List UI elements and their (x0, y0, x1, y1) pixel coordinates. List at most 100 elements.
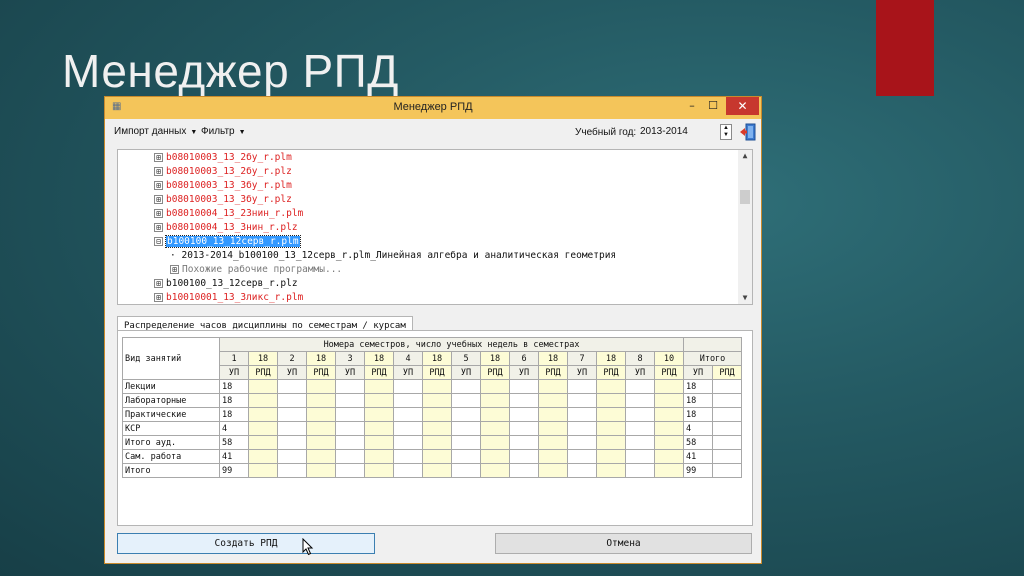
cell-rpd[interactable] (306, 435, 336, 450)
year-spinner[interactable]: ▲ ▼ (720, 124, 732, 140)
cell-up[interactable]: 18 (219, 393, 249, 408)
cell-rpd[interactable] (480, 449, 510, 464)
cell-up[interactable] (451, 463, 481, 478)
tree-item[interactable]: ⊞ b08010003_13_3бу_r.plm (154, 179, 292, 193)
cell-up[interactable] (625, 463, 655, 478)
cell-up[interactable] (393, 449, 423, 464)
cell-rpd[interactable] (480, 379, 510, 394)
cell-rpd[interactable] (248, 435, 278, 450)
cell-rpd[interactable] (306, 421, 336, 436)
cell-rpd[interactable] (538, 449, 568, 464)
cell-rpd[interactable] (422, 379, 452, 394)
cell-rpd[interactable] (422, 463, 452, 478)
cell-up[interactable] (277, 449, 307, 464)
cell-rpd[interactable] (248, 407, 278, 422)
cell-rpd[interactable] (596, 449, 626, 464)
cell-rpd[interactable] (538, 435, 568, 450)
cell-rpd[interactable] (654, 463, 684, 478)
cell-up[interactable] (509, 421, 539, 436)
cell-rpd[interactable] (306, 463, 336, 478)
tree-item[interactable]: ⊞ b100100_13_12серв_r.plz (154, 277, 298, 291)
close-button[interactable]: ✕ (726, 97, 759, 115)
title-bar[interactable]: ▦ Менеджер РПД – ☐ ✕ (105, 97, 761, 119)
minimize-button[interactable]: – (683, 99, 701, 115)
cell-up[interactable] (625, 393, 655, 408)
expand-icon[interactable]: ⊞ (154, 181, 163, 190)
cell-up[interactable] (451, 379, 481, 394)
cell-rpd[interactable] (306, 407, 336, 422)
cell-up[interactable] (451, 421, 481, 436)
spinner-down-icon[interactable]: ▼ (723, 132, 729, 138)
cell-up[interactable] (451, 393, 481, 408)
cell-up[interactable] (393, 393, 423, 408)
tree-item[interactable]: ⊞ b08010003_13_2бу_r.plm (154, 151, 292, 165)
cell-rpd[interactable] (364, 379, 394, 394)
cell-rpd[interactable] (364, 393, 394, 408)
cell-rpd[interactable] (480, 393, 510, 408)
cell-rpd[interactable] (364, 435, 394, 450)
scroll-down-icon[interactable]: ▼ (738, 292, 752, 304)
cell-up[interactable] (625, 449, 655, 464)
cell-up[interactable] (277, 379, 307, 394)
cell-rpd[interactable] (248, 379, 278, 394)
expand-icon[interactable]: ⊞ (154, 153, 163, 162)
cell-up[interactable] (277, 463, 307, 478)
tree-scrollbar[interactable]: ▲ ▼ (738, 150, 752, 304)
cell-rpd[interactable] (364, 407, 394, 422)
cell-rpd[interactable] (596, 463, 626, 478)
cell-rpd[interactable] (480, 463, 510, 478)
cell-rpd[interactable] (538, 421, 568, 436)
cell-up[interactable] (335, 421, 365, 436)
scroll-up-icon[interactable]: ▲ (738, 150, 752, 162)
cell-up[interactable] (335, 407, 365, 422)
tree-item[interactable]: ⊞ b08010004_13_23нин_r.plm (154, 207, 303, 221)
collapse-icon[interactable]: ⊟ (154, 237, 163, 246)
cell-up[interactable]: 18 (219, 407, 249, 422)
cell-up[interactable]: 99 (219, 463, 249, 478)
cell-up[interactable] (567, 463, 597, 478)
cell-rpd[interactable] (538, 463, 568, 478)
cell-rpd[interactable] (596, 407, 626, 422)
expand-icon[interactable]: ⊞ (154, 293, 163, 302)
cell-up[interactable] (277, 435, 307, 450)
expand-icon[interactable]: ⊞ (154, 209, 163, 218)
cell-rpd[interactable] (654, 407, 684, 422)
cell-up[interactable] (451, 449, 481, 464)
tree-item[interactable]: ⊞ b08010003_13_2бу_r.plz (154, 165, 292, 179)
cell-up[interactable] (393, 463, 423, 478)
cell-up[interactable] (277, 407, 307, 422)
cell-rpd[interactable] (248, 393, 278, 408)
cell-rpd[interactable] (654, 449, 684, 464)
cell-up[interactable] (335, 463, 365, 478)
create-rpd-button[interactable]: Создать РПД (117, 533, 375, 554)
expand-icon[interactable]: ⊞ (154, 223, 163, 232)
cell-rpd[interactable] (364, 449, 394, 464)
cell-up[interactable] (625, 407, 655, 422)
cell-rpd[interactable] (654, 393, 684, 408)
filter-menu[interactable]: Фильтр ▼ (201, 126, 246, 137)
cell-up[interactable] (509, 407, 539, 422)
import-menu[interactable]: Импорт данных ▼ (114, 126, 197, 137)
cell-up[interactable] (509, 379, 539, 394)
exit-door-icon[interactable] (739, 123, 757, 141)
cell-rpd[interactable] (654, 379, 684, 394)
file-tree[interactable]: ⊞ b08010003_13_2бу_r.plm ⊞ b08010003_13_2б… (117, 149, 753, 305)
cell-up[interactable] (625, 379, 655, 394)
cell-rpd[interactable] (248, 421, 278, 436)
tree-item[interactable]: ⊞ b10010001_13_3ликс_r.plm (154, 291, 303, 304)
spinner-up-icon[interactable]: ▲ (723, 125, 729, 131)
cell-up[interactable] (335, 435, 365, 450)
expand-icon[interactable]: ⊞ (154, 279, 163, 288)
cell-up[interactable] (451, 435, 481, 450)
cell-rpd[interactable] (538, 407, 568, 422)
cell-up[interactable] (509, 449, 539, 464)
cancel-button[interactable]: Отмена (495, 533, 752, 554)
tree-item-selected[interactable]: ⊟ b100100_13_12серв_r.plm (154, 235, 301, 249)
cell-rpd[interactable] (364, 463, 394, 478)
cell-up[interactable] (393, 435, 423, 450)
cell-rpd[interactable] (538, 393, 568, 408)
cell-rpd[interactable] (654, 435, 684, 450)
expand-icon[interactable]: ⊞ (154, 167, 163, 176)
cell-up[interactable] (277, 421, 307, 436)
tree-item[interactable]: ⊞ b08010003_13_3бу_r.plz (154, 193, 292, 207)
